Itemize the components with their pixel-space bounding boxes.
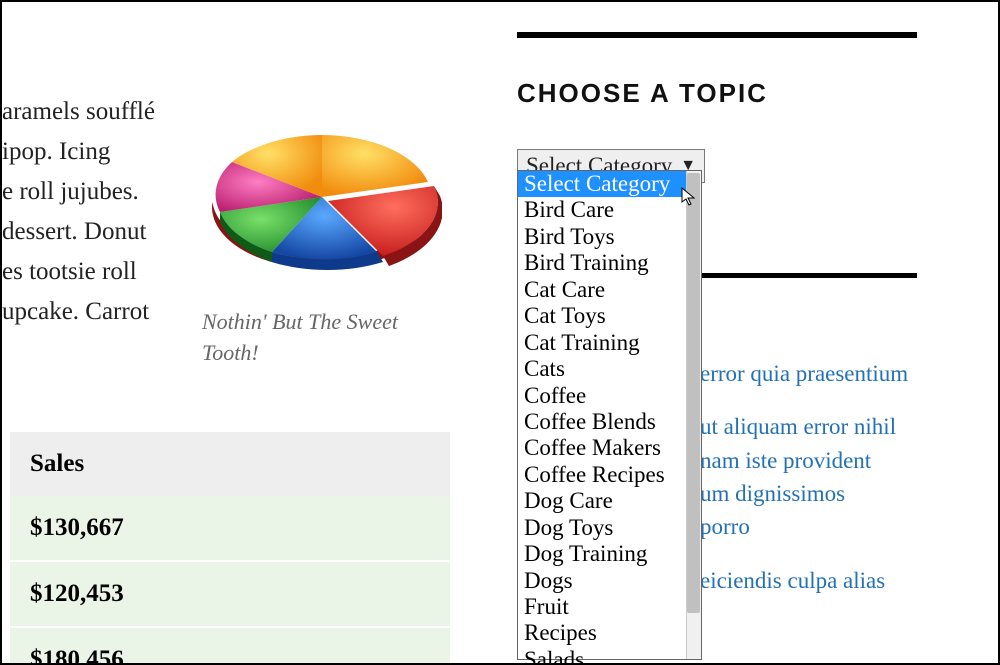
dropdown-option[interactable]: Bird Toys: [518, 224, 701, 250]
dropdown-option[interactable]: Coffee: [518, 383, 701, 409]
dropdown-option[interactable]: Fruit: [518, 594, 701, 620]
link[interactable]: um dignissimos: [700, 481, 845, 506]
link[interactable]: error quia praesentium: [700, 361, 908, 386]
dropdown-option[interactable]: Dogs: [518, 568, 701, 594]
table-header: Sales: [10, 432, 450, 496]
link[interactable]: porro: [700, 514, 750, 539]
link[interactable]: eiciendis culpa alias: [700, 568, 885, 593]
table-row: $180,456: [10, 628, 450, 665]
sales-table: Sales $130,667 $120,453 $180,456: [10, 432, 450, 665]
dropdown-option[interactable]: Coffee Makers: [518, 435, 701, 461]
scrollbar-thumb[interactable]: [687, 173, 700, 613]
dropdown-option[interactable]: Cat Toys: [518, 303, 701, 329]
pie-chart-icon: [202, 102, 442, 292]
link[interactable]: nam iste provident: [700, 448, 871, 473]
dropdown-option[interactable]: Dog Toys: [518, 515, 701, 541]
dropdown-option[interactable]: Cat Training: [518, 330, 701, 356]
pie-chart-figure: Nothin' But The Sweet Tooth!: [202, 102, 452, 369]
dropdown-option[interactable]: Bird Training: [518, 250, 701, 276]
dropdown-option[interactable]: Recipes: [518, 620, 701, 646]
pie-caption: Nothin' But The Sweet Tooth!: [202, 307, 452, 369]
category-dropdown-list[interactable]: Select Category Bird Care Bird Toys Bird…: [517, 170, 702, 660]
dropdown-option[interactable]: Dog Care: [518, 488, 701, 514]
dropdown-option[interactable]: Select Category: [518, 171, 701, 197]
link[interactable]: ut aliquam error nihil: [700, 414, 896, 439]
article-column: aramels soufflé ipop. Icing e roll jujub…: [2, 2, 462, 665]
scrollbar[interactable]: [686, 171, 701, 659]
dropdown-option[interactable]: Salads: [518, 647, 701, 665]
table-row: $130,667: [10, 496, 450, 562]
dropdown-option[interactable]: Cats: [518, 356, 701, 382]
dropdown-option[interactable]: Coffee Recipes: [518, 462, 701, 488]
table-row: $120,453: [10, 562, 450, 628]
sidebar-heading: CHOOSE A TOPIC: [517, 78, 987, 109]
dropdown-option[interactable]: Coffee Blends: [518, 409, 701, 435]
dropdown-option[interactable]: Cat Care: [518, 277, 701, 303]
recent-links: error quia praesentium ut aliquam error …: [700, 357, 908, 617]
dropdown-option[interactable]: Dog Training: [518, 541, 701, 567]
dropdown-option[interactable]: Bird Care: [518, 197, 701, 223]
divider: [517, 32, 917, 38]
